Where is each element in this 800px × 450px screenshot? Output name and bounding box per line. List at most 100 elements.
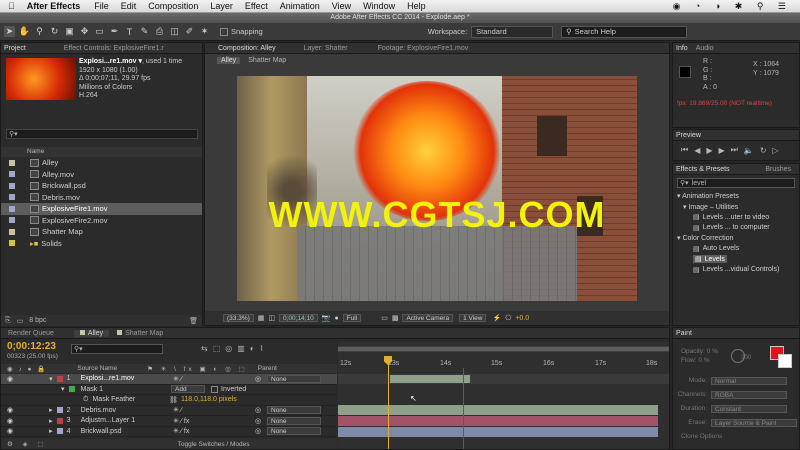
- graph-editor-icon[interactable]: ⌇: [260, 344, 269, 353]
- twirl-icon[interactable]: ▾: [61, 385, 65, 393]
- label-swatch[interactable]: [56, 407, 63, 414]
- exposure-value[interactable]: +0.0: [515, 315, 529, 322]
- menu-window[interactable]: Window: [363, 1, 395, 11]
- play-icon[interactable]: ▶: [706, 146, 718, 155]
- layer-name[interactable]: Explosi...re1.mov: [81, 375, 135, 382]
- effects-search-input[interactable]: ⚲▾ level: [677, 178, 795, 188]
- list-item[interactable]: Debris.mov: [1, 192, 202, 204]
- stopwatch-icon[interactable]: ⏱: [83, 396, 88, 404]
- tree-item[interactable]: ▾ Image – Utilities: [677, 202, 799, 213]
- menu-help[interactable]: Help: [407, 1, 426, 11]
- list-item[interactable]: Alley: [1, 157, 202, 169]
- list-item[interactable]: Shatter Map: [1, 226, 202, 238]
- view-layout-select[interactable]: 1 View: [459, 314, 487, 322]
- mask-view-icon[interactable]: ◫: [268, 314, 275, 322]
- pan-behind-tool-icon[interactable]: ✥: [79, 26, 90, 37]
- layer-row[interactable]: ◉ ▸ 4 Brickwall.psd ✳ ∕ fx ◎ None: [1, 427, 337, 437]
- interpret-icon[interactable]: ⎘: [5, 317, 11, 325]
- label-swatch[interactable]: [56, 375, 63, 382]
- list-item[interactable]: Brickwall.psd: [1, 180, 202, 192]
- audio-icon[interactable]: 🔈: [744, 146, 760, 155]
- tree-item[interactable]: ▾ Animation Presets: [677, 191, 799, 202]
- pen-tool-icon[interactable]: ✒: [109, 26, 120, 37]
- mask-name[interactable]: Mask 1: [81, 386, 104, 393]
- eye-icon[interactable]: ◉: [7, 375, 13, 383]
- layer-row[interactable]: ◉ ▸ 3 Adjustm...Layer 1 ✳ ∕ fx ◎ None: [1, 416, 337, 427]
- parent-pickwhip-icon[interactable]: ◎: [255, 417, 261, 425]
- search-help-input[interactable]: ⚲ Search Help: [561, 25, 688, 38]
- twirl-icon[interactable]: ▸: [49, 406, 53, 414]
- menu-effect[interactable]: Effect: [245, 1, 268, 11]
- mask-color-swatch[interactable]: [68, 386, 75, 393]
- parent-select[interactable]: None: [267, 406, 321, 415]
- workspace-select[interactable]: Standard: [471, 25, 554, 38]
- eye-icon[interactable]: ◉: [7, 406, 13, 414]
- paint-opacity[interactable]: Opacity: 0 %: [681, 347, 718, 356]
- menu-layer[interactable]: Layer: [210, 1, 233, 11]
- next-frame-icon[interactable]: ▶: [719, 146, 731, 155]
- timeline-tracks[interactable]: 12s 13s 14s 15s 16s 17s 18s ↖: [338, 342, 669, 449]
- zoom-tool-icon[interactable]: ⚲: [34, 26, 45, 37]
- twirl-icon[interactable]: ▸: [49, 427, 53, 435]
- grid-icon[interactable]: ▦: [258, 314, 265, 322]
- mask-tool-icon[interactable]: ▭: [94, 26, 105, 37]
- crumb-alley[interactable]: Alley: [217, 56, 241, 64]
- tab-brushes[interactable]: Brushes: [765, 166, 791, 173]
- comp-canvas[interactable]: WWW.CGTSJ.COM: [237, 76, 637, 301]
- tree-item[interactable]: ▤ Levels ...uter to video: [677, 212, 799, 223]
- timeline-search-input[interactable]: ⚲▾: [71, 344, 163, 354]
- snapping-checkbox[interactable]: [220, 27, 228, 36]
- eye-icon[interactable]: ◉: [7, 417, 13, 425]
- layer-switch-icons[interactable]: ✳ ∕ fx: [173, 417, 189, 425]
- roto-tool-icon[interactable]: ✐: [184, 26, 195, 37]
- tab-paint[interactable]: Paint: [676, 330, 692, 337]
- brush-tool-icon[interactable]: ✎: [139, 26, 150, 37]
- tree-item[interactable]: ▾ Color Correction: [677, 233, 799, 244]
- prev-frame-icon[interactable]: ◀: [694, 146, 706, 155]
- viewer-timecode[interactable]: 0;00;14;10: [279, 314, 318, 322]
- tab-alley-timeline[interactable]: Alley: [73, 329, 110, 337]
- layer-bar[interactable]: [338, 416, 658, 426]
- first-frame-icon[interactable]: ⏮: [681, 145, 694, 155]
- twirl-icon[interactable]: ▾: [49, 375, 53, 383]
- menu-composition[interactable]: Composition: [148, 1, 198, 11]
- folder-new-icon[interactable]: ▭: [17, 317, 24, 325]
- layer-row[interactable]: ◉ ▸ 2 Debris.mov ✳ ∕ ◎ None: [1, 406, 337, 416]
- eye-icon[interactable]: ◉: [7, 427, 13, 435]
- selection-tool-icon[interactable]: ➤: [4, 26, 15, 37]
- clone-options[interactable]: Clone Options: [681, 430, 797, 444]
- ram-preview-icon[interactable]: ▷: [773, 146, 785, 155]
- loop-icon[interactable]: ↻: [760, 146, 773, 155]
- tab-layer[interactable]: Layer: Shatter: [304, 45, 348, 52]
- twirl-icon[interactable]: ▸: [49, 417, 53, 425]
- mask-feather-value[interactable]: 118.0,118.0 pixels: [181, 396, 237, 403]
- project-search-input[interactable]: ⚲▾: [6, 129, 198, 139]
- parent-select[interactable]: None: [267, 427, 321, 436]
- menu-app[interactable]: After Effects: [27, 1, 81, 11]
- puppet-tool-icon[interactable]: ✶: [199, 26, 210, 37]
- camera-tool-icon[interactable]: ▣: [64, 26, 75, 37]
- column-source-name[interactable]: Source Name: [77, 365, 117, 372]
- tab-effects-presets[interactable]: Effects & Presets: [676, 166, 730, 173]
- crumb-shatter-map[interactable]: Shatter Map: [248, 57, 286, 64]
- motion-blur-icon[interactable]: ◐: [250, 344, 260, 353]
- menu-edit[interactable]: Edit: [121, 1, 137, 11]
- list-item[interactable]: ▸■ Solids: [1, 238, 202, 250]
- tree-item[interactable]: ▤ Levels ... to computer: [677, 223, 799, 234]
- menu-file[interactable]: File: [94, 1, 109, 11]
- list-item[interactable]: Alley.mov: [1, 169, 202, 181]
- column-name[interactable]: Name: [27, 148, 44, 155]
- camera-select[interactable]: Active Camera: [402, 314, 454, 322]
- comp-mini-flowchart-icon[interactable]: ⇆: [201, 344, 213, 353]
- rotate-tool-icon[interactable]: ↻: [49, 26, 60, 37]
- parent-pickwhip-icon[interactable]: ◎: [255, 375, 261, 383]
- list-item[interactable]: ExplosiveFire1.mov: [1, 203, 202, 215]
- tab-render-queue[interactable]: Render Queue: [8, 330, 54, 337]
- property-row[interactable]: ⏱ Mask Feather ⛓ 118.0,118.0 pixels: [1, 395, 337, 406]
- clone-tool-icon[interactable]: ⎙: [154, 26, 165, 37]
- tab-project[interactable]: Project: [4, 45, 26, 52]
- menu-view[interactable]: View: [332, 1, 351, 11]
- layer-name[interactable]: Adjustm...Layer 1: [81, 417, 135, 424]
- layer-switch-icons[interactable]: ✳ ∕ fx: [173, 427, 189, 435]
- layer-switch-icons[interactable]: ✳ ∕: [173, 406, 182, 414]
